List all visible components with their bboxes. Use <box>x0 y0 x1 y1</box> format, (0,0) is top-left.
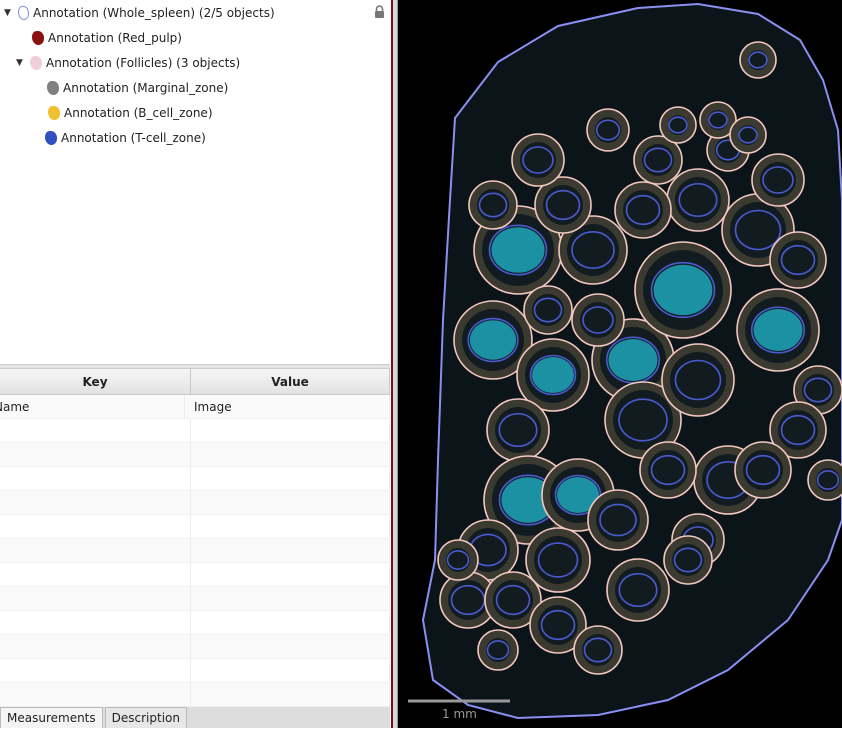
cell-key <box>0 635 191 658</box>
tree-item-label: Annotation (Whole_spleen) (2/5 objects) <box>33 6 275 20</box>
tree-item-label: Annotation (Follicles) (3 objects) <box>46 56 241 70</box>
tree-item-label: Annotation (T-cell_zone) <box>61 131 206 145</box>
b-cell-zone <box>753 309 803 351</box>
table-row[interactable] <box>0 683 390 707</box>
table-row[interactable]: Name Image <box>0 395 390 419</box>
tab-description[interactable]: Description <box>104 707 187 728</box>
cell-key <box>0 563 191 586</box>
table-row[interactable] <box>0 587 390 611</box>
cell-key <box>0 539 191 562</box>
outline-shape-icon <box>18 6 29 20</box>
lock-icon[interactable] <box>374 5 385 18</box>
b-cell-zone <box>491 227 545 273</box>
column-header-value[interactable]: Value <box>191 369 390 394</box>
cell-value <box>191 467 390 490</box>
table-row[interactable] <box>0 443 390 467</box>
table-row[interactable] <box>0 467 390 491</box>
shape-icon <box>45 131 57 145</box>
cell-value <box>191 419 390 442</box>
table-row[interactable] <box>0 611 390 635</box>
cell-value <box>191 587 390 610</box>
cell-value <box>191 563 390 586</box>
b-cell-zone <box>532 357 574 393</box>
shape-icon <box>30 56 42 70</box>
tree-item-whole-spleen[interactable]: ▼ Annotation (Whole_spleen) (2/5 objects… <box>4 2 275 24</box>
panel-divider[interactable] <box>391 0 398 728</box>
tree-item-red-pulp[interactable]: Annotation (Red_pulp) <box>32 27 182 49</box>
b-cell-zone <box>469 320 517 360</box>
table-row[interactable] <box>0 539 390 563</box>
tree-item-follicles[interactable]: ▼ Annotation (Follicles) (3 objects) <box>16 52 240 74</box>
measurements-table: Key Value Name Image <box>0 369 390 707</box>
cell-value: Image <box>191 395 390 418</box>
column-header-key[interactable]: Key <box>0 369 191 394</box>
tab-measurements[interactable]: Measurements <box>0 707 103 728</box>
expand-triangle-icon[interactable]: ▼ <box>16 52 26 74</box>
b-cell-zone <box>608 339 658 381</box>
cell-key <box>0 443 191 466</box>
tab-bar: Measurements Description <box>0 707 390 728</box>
shape-icon <box>48 106 60 120</box>
table-header: Key Value <box>0 369 390 395</box>
expand-triangle-icon[interactable]: ▼ <box>4 2 14 24</box>
table-row[interactable] <box>0 659 390 683</box>
table-row[interactable] <box>0 515 390 539</box>
cell-value <box>191 659 390 682</box>
tree-item-label: Annotation (Marginal_zone) <box>63 81 229 95</box>
image-viewer[interactable]: 1 mm <box>398 0 842 728</box>
table-row[interactable] <box>0 563 390 587</box>
cell-key: Name <box>0 395 185 418</box>
cell-key <box>0 467 191 490</box>
cell-key <box>0 515 191 538</box>
cell-key <box>0 611 191 634</box>
cell-value <box>191 683 390 706</box>
left-panel: ▼ Annotation (Whole_spleen) (2/5 objects… <box>0 0 390 728</box>
cell-value <box>191 611 390 634</box>
table-row[interactable] <box>0 635 390 659</box>
tree-item-label: Annotation (Red_pulp) <box>48 31 182 45</box>
tree-item-b-cell-zone[interactable]: Annotation (B_cell_zone) <box>48 102 213 124</box>
tree-item-label: Annotation (B_cell_zone) <box>64 106 213 120</box>
b-cell-zone <box>653 264 713 316</box>
cell-value <box>191 539 390 562</box>
cell-key <box>0 683 191 706</box>
tree-item-t-cell-zone[interactable]: Annotation (T-cell_zone) <box>45 127 206 149</box>
tree-item-marginal-zone[interactable]: Annotation (Marginal_zone) <box>47 77 228 99</box>
cell-value <box>191 635 390 658</box>
scale-bar-label: 1 mm <box>442 707 477 721</box>
tissue-image <box>408 2 842 720</box>
cell-key <box>0 659 191 682</box>
cell-value <box>191 515 390 538</box>
cell-value <box>191 491 390 514</box>
annotation-hierarchy-tree[interactable]: ▼ Annotation (Whole_spleen) (2/5 objects… <box>0 0 390 364</box>
cell-value <box>191 443 390 466</box>
cell-key <box>0 491 191 514</box>
table-row[interactable] <box>0 491 390 515</box>
table-row[interactable] <box>0 419 390 443</box>
shape-icon <box>47 81 59 95</box>
shape-icon <box>32 31 44 45</box>
cell-key <box>0 587 191 610</box>
cell-key <box>0 419 191 442</box>
